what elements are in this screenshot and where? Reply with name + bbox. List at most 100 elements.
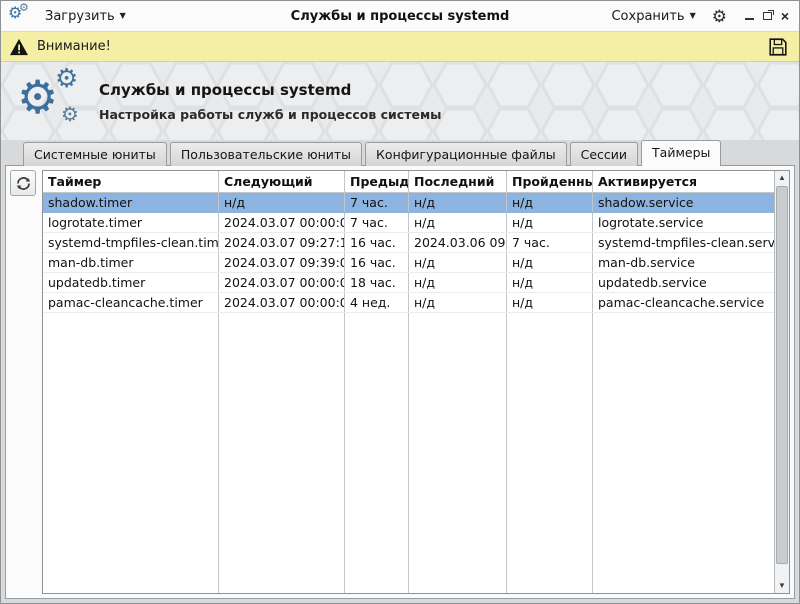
table-row[interactable]: shadow.timer н/д 7 час. н/д н/д shadow.s…: [43, 193, 774, 213]
close-icon: ×: [781, 9, 789, 23]
cell-last: н/д: [409, 293, 507, 312]
table-toolbar: [10, 170, 38, 594]
gear-icon: ⚙: [61, 104, 79, 124]
table-row[interactable]: pamac-cleancache.timer 2024.03.07 00:00:…: [43, 293, 774, 313]
column-header-last[interactable]: Последний: [409, 171, 507, 193]
table-row[interactable]: man-db.timer 2024.03.07 09:39:0 16 час. …: [43, 253, 774, 273]
chevron-down-icon: ▼: [120, 12, 126, 20]
cell-activates: systemd-tmpfiles-clean.service: [593, 233, 774, 252]
empty-column: [345, 313, 409, 593]
column-header-passed[interactable]: Пройденный: [507, 171, 593, 193]
window-controls: ×: [741, 8, 793, 24]
gear-icon: ⚙: [17, 74, 58, 120]
cell-passed: н/д: [507, 213, 593, 232]
cell-activates: pamac-cleancache.service: [593, 293, 774, 312]
minimize-button[interactable]: [741, 8, 757, 24]
column-header-timer[interactable]: Таймер: [43, 171, 219, 193]
empty-column: [409, 313, 507, 593]
load-dropdown-button[interactable]: Загрузить ▼: [39, 5, 132, 28]
scroll-up-button[interactable]: ▲: [775, 171, 789, 185]
cell-passed: н/д: [507, 273, 593, 292]
tab-bar: Системные юниты Пользовательские юниты К…: [1, 140, 799, 166]
titlebar: ⚙ ⚙ Загрузить ▼ Службы и процессы system…: [1, 1, 799, 32]
empty-column: [593, 313, 774, 593]
scroll-down-button[interactable]: ▼: [775, 579, 789, 593]
vertical-scrollbar[interactable]: ▲ ▼: [774, 171, 789, 593]
cell-last: н/д: [409, 193, 507, 212]
cell-next: 2024.03.07 09:39:0: [219, 253, 345, 272]
cell-last: н/д: [409, 273, 507, 292]
cell-previous: 16 час.: [345, 253, 409, 272]
table-header-row: Таймер Следующий Предыдущ Последний Прой…: [43, 171, 774, 193]
minimize-icon: [745, 18, 754, 20]
arrow-up-icon: ▲: [778, 173, 786, 182]
cell-next: 2024.03.07 09:27:19: [219, 233, 345, 252]
cell-last: 2024.03.06 09:2: [409, 233, 507, 252]
close-button[interactable]: ×: [777, 8, 793, 24]
timers-tab-content: Таймер Следующий Предыдущ Последний Прой…: [5, 165, 795, 599]
table-row[interactable]: systemd-tmpfiles-clean.timer 2024.03.07 …: [43, 233, 774, 253]
refresh-icon: [15, 175, 32, 192]
cell-next: 2024.03.07 00:00:0: [219, 213, 345, 232]
save-file-button[interactable]: [765, 34, 791, 60]
gear-icon: ⚙: [712, 7, 727, 26]
empty-column: [219, 313, 345, 593]
cell-activates: man-db.service: [593, 253, 774, 272]
maximize-icon: [763, 12, 772, 20]
cell-previous: 7 час.: [345, 213, 409, 232]
save-dropdown-button[interactable]: Сохранить ▼: [605, 5, 701, 28]
floppy-disk-icon: [767, 36, 789, 58]
cell-timer: systemd-tmpfiles-clean.timer: [43, 233, 219, 252]
app-window: ⚙ ⚙ Загрузить ▼ Службы и процессы system…: [0, 0, 800, 604]
cell-previous: 18 час.: [345, 273, 409, 292]
cell-last: н/д: [409, 213, 507, 232]
page-header: ⚙ ⚙ ⚙ Службы и процессы systemd Настройк…: [1, 62, 799, 140]
cell-activates: shadow.service: [593, 193, 774, 212]
tab-timers[interactable]: Таймеры: [641, 140, 721, 166]
cell-passed: н/д: [507, 193, 593, 212]
column-header-next[interactable]: Следующий: [219, 171, 345, 193]
cell-passed: н/д: [507, 293, 593, 312]
cell-previous: 4 нед.: [345, 293, 409, 312]
refresh-button[interactable]: [10, 170, 36, 196]
cell-activates: updatedb.service: [593, 273, 774, 292]
cell-next: н/д: [219, 193, 345, 212]
tab-config-files[interactable]: Конфигурационные файлы: [365, 142, 567, 166]
gear-icon: ⚙: [55, 66, 78, 92]
column-header-previous[interactable]: Предыдущ: [345, 171, 409, 193]
cell-passed: 7 час.: [507, 233, 593, 252]
maximize-button[interactable]: [759, 8, 775, 24]
cell-previous: 7 час.: [345, 193, 409, 212]
app-logo-gears-icon: ⚙ ⚙ ⚙: [15, 68, 93, 134]
cell-timer: shadow.timer: [43, 193, 219, 212]
cell-timer: updatedb.timer: [43, 273, 219, 292]
warning-icon: [9, 38, 29, 56]
tab-user-units[interactable]: Пользовательские юниты: [170, 142, 362, 166]
page-subtitle: Настройка работы служб и процессов систе…: [99, 107, 441, 122]
cell-previous: 16 час.: [345, 233, 409, 252]
empty-column: [43, 313, 219, 593]
settings-gear-button[interactable]: ⚙: [708, 6, 731, 27]
titlebar-left: ⚙ ⚙ Загрузить ▼: [9, 5, 132, 28]
warning-label: Внимание!: [37, 39, 111, 54]
gear-icon: ⚙: [19, 2, 29, 13]
scrollbar-track[interactable]: [775, 185, 789, 579]
cell-next: 2024.03.07 00:00:0: [219, 293, 345, 312]
cell-timer: man-db.timer: [43, 253, 219, 272]
cell-next: 2024.03.07 00:00:0: [219, 273, 345, 292]
tab-sessions[interactable]: Сессии: [570, 142, 638, 166]
cell-passed: н/д: [507, 253, 593, 272]
cell-timer: logrotate.timer: [43, 213, 219, 232]
save-button-label: Сохранить: [611, 9, 684, 24]
chevron-down-icon: ▼: [690, 12, 696, 20]
cell-activates: logrotate.service: [593, 213, 774, 232]
column-header-activates[interactable]: Активируется: [593, 171, 774, 193]
table-row[interactable]: updatedb.timer 2024.03.07 00:00:0 18 час…: [43, 273, 774, 293]
page-title: Службы и процессы systemd: [99, 81, 441, 99]
timers-grid: Таймер Следующий Предыдущ Последний Прой…: [43, 171, 774, 593]
cell-last: н/д: [409, 253, 507, 272]
tab-system-units[interactable]: Системные юниты: [23, 142, 167, 166]
warning-bar: Внимание!: [1, 32, 799, 62]
scrollbar-thumb[interactable]: [776, 186, 788, 564]
table-row[interactable]: logrotate.timer 2024.03.07 00:00:0 7 час…: [43, 213, 774, 233]
